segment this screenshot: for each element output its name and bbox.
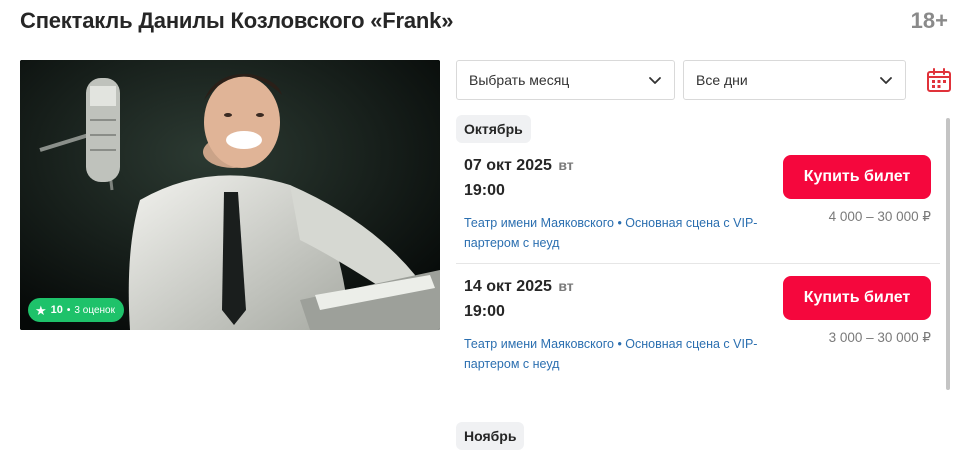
session-date: 07 окт 2025 вт xyxy=(464,157,574,175)
poster-image[interactable]: ★ 10 • 3 оценок xyxy=(20,60,440,330)
month-group: Октябрь 07 окт 2025 вт 19:00 Театр имени… xyxy=(456,115,940,384)
session-date-text: 07 окт 2025 xyxy=(464,157,552,174)
month-select[interactable]: Выбрать месяц xyxy=(456,60,675,100)
page-title: Спектакль Данилы Козловского «Frank» xyxy=(20,8,454,33)
scrollbar-thumb[interactable] xyxy=(946,118,950,390)
days-select[interactable]: Все дни xyxy=(683,60,906,100)
session-time: 19:00 xyxy=(464,303,505,320)
chevron-down-icon xyxy=(880,77,892,84)
month-select-value: Выбрать месяц xyxy=(469,72,570,88)
session-price: 4 000 – 30 000 ₽ xyxy=(828,209,931,224)
rating-badge: ★ 10 • 3 оценок xyxy=(28,298,124,322)
age-rating-badge: 18+ xyxy=(910,8,948,33)
rating-separator: • xyxy=(66,304,71,316)
chevron-down-icon xyxy=(649,77,661,84)
schedule-list[interactable]: Октябрь 07 окт 2025 вт 19:00 Театр имени… xyxy=(456,115,940,450)
month-label: Ноябрь xyxy=(456,422,525,450)
session-row: 07 окт 2025 вт 19:00 Театр имени Маяковс… xyxy=(456,143,940,263)
month-group: Ноябрь xyxy=(456,422,940,450)
poster-photo xyxy=(20,60,440,330)
rating-score: 10 xyxy=(50,304,63,316)
session-venue-link[interactable]: Театр имени Маяковского • Основная сцена… xyxy=(464,213,764,253)
month-label: Октябрь xyxy=(456,115,531,143)
calendar-button[interactable] xyxy=(926,67,952,93)
session-date: 14 окт 2025 вт xyxy=(464,278,574,296)
session-row: 14 окт 2025 вт 19:00 Театр имени Маяковс… xyxy=(456,264,940,384)
star-icon: ★ xyxy=(35,302,47,318)
session-venue-link[interactable]: Театр имени Маяковского • Основная сцена… xyxy=(464,334,764,374)
rating-count: 3 оценок xyxy=(74,304,115,316)
buy-ticket-button[interactable]: Купить билет xyxy=(783,155,931,199)
session-weekday: вт xyxy=(558,278,574,294)
calendar-icon xyxy=(927,68,951,92)
buy-ticket-button[interactable]: Купить билет xyxy=(783,276,931,320)
session-price: 3 000 – 30 000 ₽ xyxy=(828,330,931,345)
session-date-text: 14 окт 2025 xyxy=(464,278,552,295)
session-time: 19:00 xyxy=(464,182,505,199)
session-weekday: вт xyxy=(558,157,574,173)
days-select-value: Все дни xyxy=(696,72,748,88)
